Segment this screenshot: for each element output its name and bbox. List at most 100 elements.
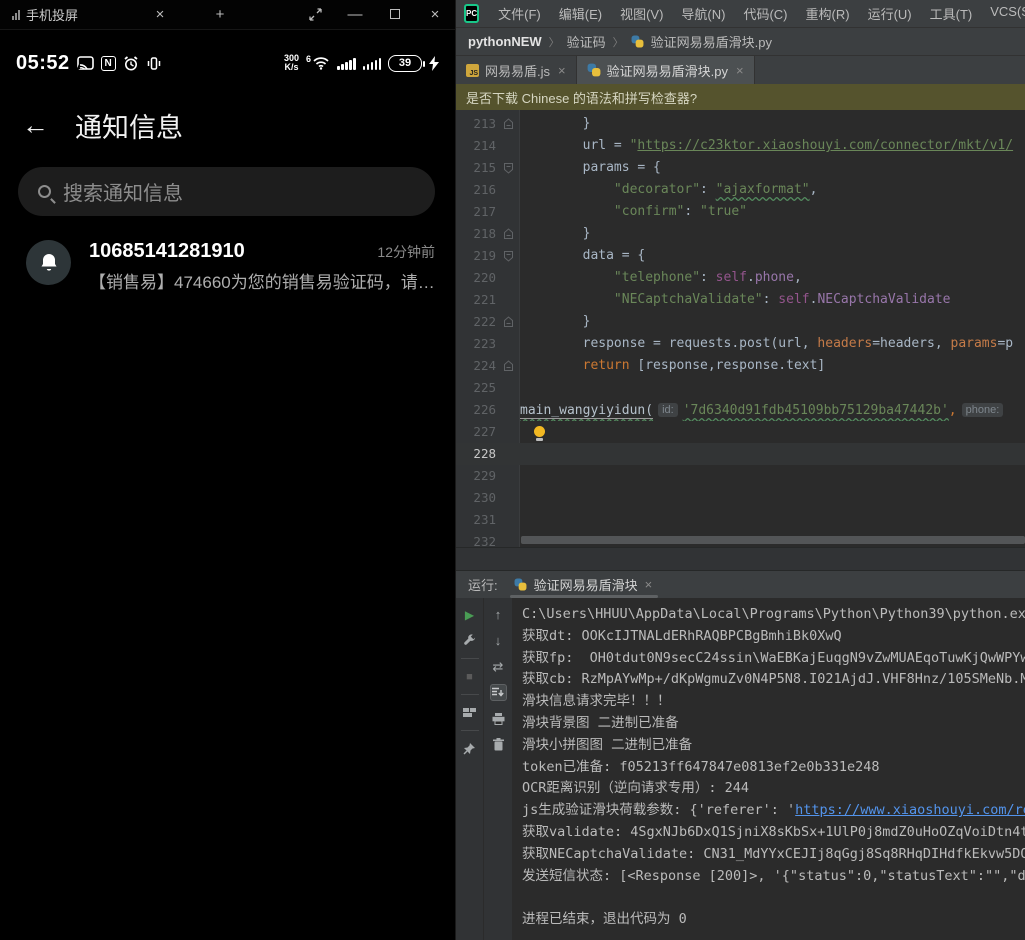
fullscreen-icon[interactable] <box>295 8 335 21</box>
menu-item-5[interactable]: 重构(R) <box>797 4 859 23</box>
fold-column <box>496 421 520 443</box>
alarm-icon <box>123 56 139 71</box>
panel-splitter[interactable] <box>456 547 1025 571</box>
fold-column <box>496 531 520 547</box>
cast-titlebar: 手机投屏 × + — × <box>0 0 455 30</box>
code-line: 215 params = { <box>456 157 1025 179</box>
code-line: 225 <box>456 377 1025 399</box>
breadcrumb-item-2[interactable]: 验证网易易盾滑块.py <box>651 32 772 51</box>
line-number: 230 <box>456 487 496 509</box>
notification-item[interactable]: 10685141281910 12分钟前 【销售易】474660为您的销售易验证… <box>0 240 455 293</box>
tab-close-icon[interactable]: × <box>558 63 566 78</box>
charging-icon <box>429 56 439 71</box>
battery-indicator: 39 <box>388 55 422 72</box>
restore-layout-icon[interactable] <box>461 704 478 721</box>
cast-tab[interactable]: 手机投屏 <box>0 5 140 24</box>
console-line: C:\Users\HHUU\AppData\Local\Programs\Pyt… <box>522 604 1025 626</box>
cell-signal-icon-2 <box>363 57 382 70</box>
rerun-button[interactable]: ▶ <box>461 606 478 623</box>
menu-item-3[interactable]: 导航(N) <box>672 4 734 23</box>
code-text: "NECaptchaValidate": self.NECaptchaValid… <box>520 289 1025 311</box>
pycharm-logo-icon: PC <box>464 4 479 23</box>
fold-marker-icon[interactable] <box>496 245 520 267</box>
console-line: 获取fp: OH0tdut0N9secC24ssin\WaEBKajEuqgN9… <box>522 648 1025 670</box>
menu-item-1[interactable]: 编辑(E) <box>550 4 611 23</box>
code-text: } <box>520 113 1025 135</box>
soft-wrap-icon[interactable]: ⇄ <box>490 658 507 675</box>
notification-time: 12分钟前 <box>377 242 435 262</box>
run-console[interactable]: C:\Users\HHUU\AppData\Local\Programs\Pyt… <box>512 598 1025 940</box>
line-number: 217 <box>456 201 496 223</box>
clear-trash-icon[interactable] <box>490 736 507 753</box>
menu-item-8[interactable]: VCS(S) <box>981 4 1025 23</box>
fold-marker-icon[interactable] <box>496 355 520 377</box>
file-type-py-icon <box>587 63 601 77</box>
menu-item-4[interactable]: 代码(C) <box>734 4 796 23</box>
line-number: 227 <box>456 421 496 443</box>
line-number: 216 <box>456 179 496 201</box>
network-speed: 300K/s <box>284 54 299 72</box>
maximize-icon[interactable] <box>375 6 415 23</box>
signal-icon <box>12 10 20 20</box>
console-link[interactable]: https://www.xiaoshouyi.com/reg <box>795 802 1025 818</box>
editor-tab-1[interactable]: 验证网易易盾滑块.py× <box>577 56 755 84</box>
line-number: 220 <box>456 267 496 289</box>
fold-column <box>496 377 520 399</box>
cast-window-title: 手机投屏 <box>26 5 78 24</box>
pin-icon[interactable] <box>461 740 478 757</box>
code-line: 219 data = { <box>456 245 1025 267</box>
line-number: 228 <box>456 443 496 465</box>
new-tab-icon[interactable]: + <box>200 6 240 23</box>
settings-wrench-icon[interactable] <box>461 632 478 649</box>
close-icon[interactable]: × <box>415 6 455 23</box>
console-line: 发送短信状态: [<Response [200]>, '{"status":0,… <box>522 866 1025 888</box>
breadcrumb: pythonNEW〉验证码〉验证网易易盾滑块.py <box>456 27 1025 55</box>
fold-column <box>496 267 520 289</box>
line-number: 232 <box>456 531 496 547</box>
code-line: 214 url = "https://c23ktor.xiaoshouyi.co… <box>456 135 1025 157</box>
code-text: main_wangyiyidun(id:'7d6340d91fdb45109bb… <box>520 399 1025 421</box>
code-line: 216 "decorator": "ajaxformat", <box>456 179 1025 201</box>
menu-item-2[interactable]: 视图(V) <box>611 4 672 23</box>
print-icon[interactable] <box>490 710 507 727</box>
parameter-hint: id: <box>658 403 678 417</box>
run-tab[interactable]: 验证网易易盾滑块 × <box>514 571 653 598</box>
menu-item-6[interactable]: 运行(U) <box>859 4 921 23</box>
tab-close-icon[interactable]: × <box>140 6 180 23</box>
fold-marker-icon[interactable] <box>496 113 520 135</box>
console-line: 获取cb: RzMpAYwMp+/dKpWgmuZv0N4P5N8.I021Aj… <box>522 669 1025 691</box>
breadcrumb-item-0[interactable]: pythonNEW <box>468 34 542 49</box>
run-tab-close-icon[interactable]: × <box>645 577 653 592</box>
search-input[interactable]: 搜索通知信息 <box>18 167 435 216</box>
menu-item-0[interactable]: 文件(F) <box>489 4 550 23</box>
back-arrow-icon[interactable]: ← <box>22 112 49 139</box>
tab-close-icon[interactable]: × <box>736 63 744 78</box>
console-line: 滑块信息请求完毕！！！ <box>522 691 1025 713</box>
fold-marker-icon[interactable] <box>496 311 520 333</box>
code-text: url = "https://c23ktor.xiaoshouyi.com/co… <box>520 135 1025 157</box>
menu-item-7[interactable]: 工具(T) <box>921 4 982 23</box>
breadcrumb-item-1[interactable]: 验证码 <box>567 32 606 51</box>
scroll-to-end-icon[interactable] <box>490 684 507 701</box>
spellcheck-banner: 是否下载 Chinese 的语法和拼写检查器? <box>456 84 1025 110</box>
notification-sender: 10685141281910 <box>89 240 245 263</box>
fold-marker-icon[interactable] <box>496 157 520 179</box>
intention-bulb-icon[interactable] <box>534 426 545 437</box>
code-text: "decorator": "ajaxformat", <box>520 179 1025 201</box>
run-panel-header: 运行: 验证网易易盾滑块 × <box>456 571 1025 598</box>
fold-marker-icon[interactable] <box>496 223 520 245</box>
code-line: 221 "NECaptchaValidate": self.NECaptchaV… <box>456 289 1025 311</box>
down-stack-icon[interactable]: ↓ <box>490 632 507 649</box>
editor-tab-0[interactable]: JS网易易盾.js× <box>456 56 577 84</box>
cast-active-icon <box>77 56 94 70</box>
fold-column <box>496 399 520 421</box>
minimize-icon[interactable]: — <box>335 6 375 23</box>
console-line: 获取NECaptchaValidate: CN31_MdYYxCEJIj8qGg… <box>522 844 1025 866</box>
code-editor[interactable]: 213 }214 url = "https://c23ktor.xiaoshou… <box>456 110 1025 547</box>
console-line: 获取dt: OOKcIJTNALdERhRAQBPCBgBmhiBk0XwQ <box>522 626 1025 648</box>
run-toolbar-right: ↑ ↓ ⇄ <box>484 598 512 940</box>
code-text <box>520 465 1025 487</box>
notification-preview: 【销售易】474660为您的销售易验证码，请… <box>89 268 435 293</box>
up-stack-icon[interactable]: ↑ <box>490 606 507 623</box>
stop-button[interactable]: ■ <box>461 668 478 685</box>
